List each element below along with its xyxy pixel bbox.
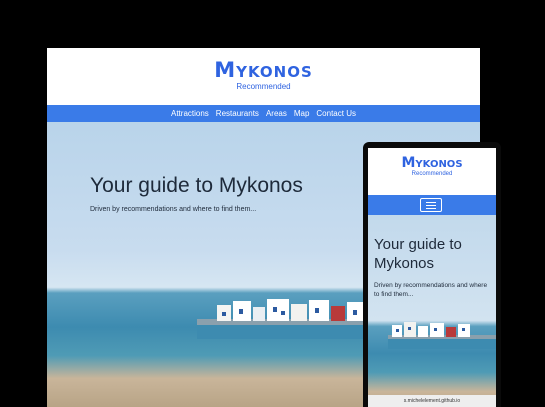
mobile-tagline: Recommended <box>411 171 453 177</box>
nav-item-attractions[interactable]: Attractions <box>171 109 209 118</box>
phone-mockup: Mykonos Recommended Your guide to Mykono… <box>363 142 501 407</box>
mobile-town-illustration <box>388 322 496 349</box>
mobile-hero-image: Your guide to Mykonos Driven by recommen… <box>368 215 496 407</box>
mobile-nav <box>368 195 496 215</box>
main-nav: Attractions Restaurants Areas Map Contac… <box>47 105 480 122</box>
nav-item-areas[interactable]: Areas <box>266 109 287 118</box>
nav-item-contact-us[interactable]: Contact Us <box>316 109 356 118</box>
hamburger-icon[interactable] <box>420 198 442 212</box>
nav-item-map[interactable]: Map <box>294 109 310 118</box>
phone-screen: Mykonos Recommended Your guide to Mykono… <box>368 148 496 407</box>
browser-url-bar[interactable]: s.michelelement.github.io <box>368 395 496 407</box>
hero-subtitle: Driven by recommendations and where to f… <box>90 206 257 213</box>
site-logo[interactable]: Mykonos <box>47 48 480 81</box>
mobile-logo[interactable]: Mykonos <box>368 148 496 171</box>
site-tagline: Recommended <box>236 82 291 91</box>
hero-title: Your guide to Mykonos <box>90 174 303 197</box>
mobile-hero-subtitle: Driven by recommendations and where to f… <box>374 282 488 298</box>
mobile-hero-title: Your guide to Mykonos <box>374 236 462 272</box>
nav-item-restaurants[interactable]: Restaurants <box>216 109 259 118</box>
site-header: Mykonos Recommended <box>47 48 480 105</box>
mobile-header: Mykonos Recommended <box>368 148 496 195</box>
